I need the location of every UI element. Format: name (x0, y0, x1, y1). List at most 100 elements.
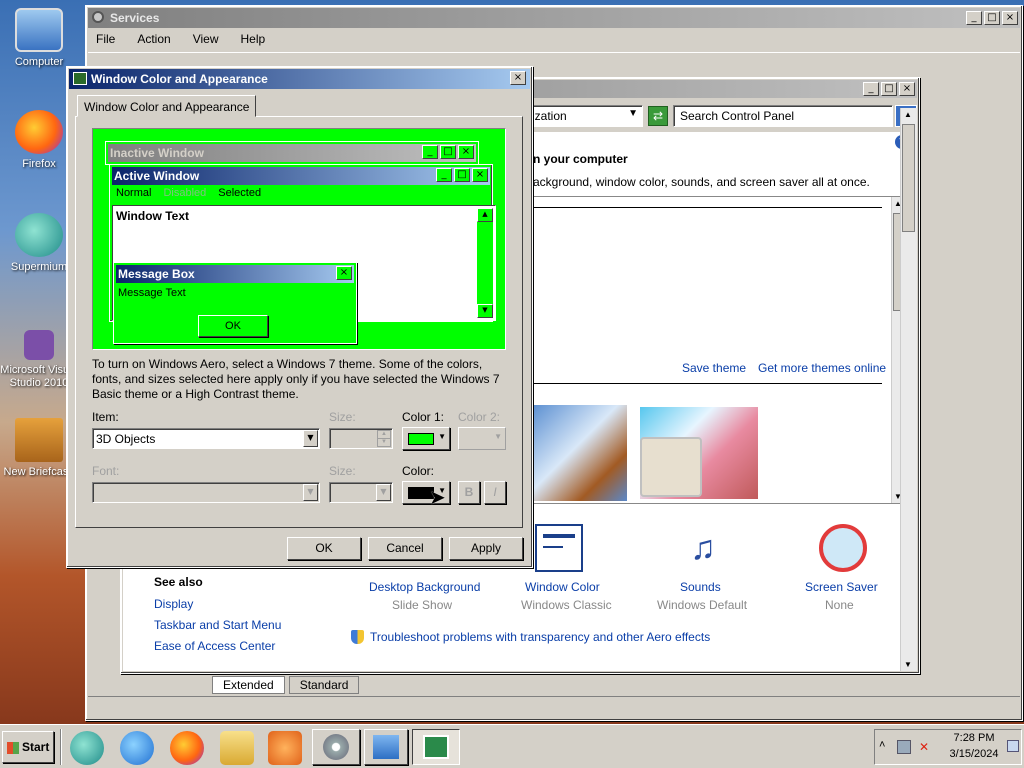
supermium-taskbar-icon[interactable] (70, 731, 104, 765)
start-button[interactable]: Start (2, 731, 54, 763)
network-icon[interactable] (897, 740, 911, 754)
services-menubar: File Action View Help (96, 32, 265, 46)
color1-picker[interactable]: ▼ (402, 427, 450, 450)
refresh-icon[interactable]: ⇄ (648, 106, 668, 126)
font-select: ▼ (92, 482, 320, 503)
window-color-icon[interactable] (535, 524, 583, 572)
font-size-label: Size: (329, 464, 356, 478)
theme-list[interactable]: Save theme Get more themes online ▲ ▼ (531, 196, 909, 504)
item-select[interactable]: 3D Objects ▼ (92, 428, 320, 449)
tab-window-color[interactable]: Window Color and Appearance (77, 95, 257, 117)
preview-msgbox-text: Message Text (118, 287, 186, 299)
menu-action[interactable]: Action (137, 32, 170, 46)
aero-info-text: To turn on Windows Aero, select a Window… (92, 357, 500, 401)
internet-explorer-icon[interactable] (120, 731, 154, 765)
close-icon: × (472, 168, 488, 182)
setting-screen-saver[interactable]: Screen Saver (805, 580, 878, 594)
window-color-taskbar-button[interactable] (412, 729, 460, 765)
see-also-heading: See also (154, 575, 203, 589)
services-view-tabs: Extended Standard (212, 676, 360, 694)
chevron-down-icon[interactable]: ▼ (628, 108, 638, 119)
volume-muted-icon[interactable]: ✕ (919, 740, 933, 754)
control-panel-taskbar-button[interactable] (364, 729, 408, 765)
personalization-scrollbar[interactable]: ▲ ▼ (900, 108, 917, 671)
setting-sounds[interactable]: Sounds (680, 580, 721, 594)
appearance-preview[interactable]: Inactive Window _ □ × Active Window _ □ … (92, 128, 506, 350)
size-stepper: ▲ ▼ (329, 428, 393, 449)
setting-window-color-value: Windows Classic (521, 598, 612, 612)
clock-date[interactable]: 3/15/2024 (945, 748, 1003, 760)
maximize-button[interactable]: □ (881, 82, 897, 96)
appearance-dialog[interactable]: Window Color and Appearance × Window Col… (66, 66, 533, 568)
menu-help[interactable]: Help (241, 32, 266, 46)
troubleshoot-link[interactable]: Troubleshoot problems with transparency … (370, 630, 710, 644)
chevron-up-icon[interactable]: ˄ (879, 739, 885, 751)
font-label: Font: (92, 464, 120, 478)
control-panel-icon (373, 735, 399, 759)
services-taskbar-button[interactable] (312, 729, 360, 765)
scroll-up-icon[interactable]: ▲ (904, 110, 912, 119)
setting-desktop-background[interactable]: Desktop Background (369, 580, 480, 594)
firefox-taskbar-icon[interactable] (170, 731, 204, 765)
scroll-down-icon: ▼ (477, 304, 493, 318)
theme-selection-frame (640, 437, 702, 497)
theme-thumbnail-landscapes[interactable] (532, 405, 627, 501)
save-theme-link[interactable]: Save theme (682, 361, 746, 375)
close-button[interactable]: × (899, 82, 915, 96)
minimize-button[interactable]: _ (966, 11, 982, 25)
briefcase-icon (15, 418, 63, 462)
italic-button: I (484, 481, 506, 504)
preview-msgbox-ok: OK (198, 315, 268, 337)
services-title: Services (110, 11, 160, 25)
page-subheading: ackground, window color, sounds, and scr… (533, 175, 870, 189)
window-color-icon (73, 72, 87, 85)
ok-button[interactable]: OK (287, 537, 361, 560)
preview-menu-disabled: Disabled (163, 187, 207, 199)
size-label: Size: (329, 410, 356, 424)
color1-label: Color 1: (402, 410, 445, 424)
desktop-icon-computer[interactable]: Computer (0, 8, 78, 68)
see-also-ease-of-access-link[interactable]: Ease of Access Center (154, 639, 275, 653)
visual-studio-icon (24, 330, 54, 360)
maximize-icon: □ (440, 145, 456, 159)
see-also-taskbar-link[interactable]: Taskbar and Start Menu (154, 618, 281, 632)
preview-message-box[interactable]: Message Box × Message Text OK (113, 262, 357, 344)
maximize-button[interactable]: □ (984, 11, 1000, 25)
close-icon: × (336, 266, 352, 280)
scrollbar-thumb[interactable] (902, 124, 915, 232)
close-button[interactable]: × (510, 71, 526, 85)
show-desktop-icon[interactable] (1007, 740, 1019, 752)
tab-extended[interactable]: Extended (212, 676, 285, 694)
gear-icon (323, 734, 349, 760)
services-icon (92, 11, 104, 23)
tab-standard[interactable]: Standard (288, 676, 360, 694)
scroll-down-icon[interactable]: ▼ (904, 660, 912, 669)
preview-scrollbar: ▲ ▼ (477, 208, 493, 318)
supermium-icon (15, 213, 63, 257)
screen-saver-icon[interactable] (819, 524, 867, 572)
sounds-icon[interactable]: ♫ (678, 524, 728, 572)
setting-window-color[interactable]: Window Color (525, 580, 600, 594)
clock-time[interactable]: 7:28 PM (945, 732, 1003, 744)
close-button[interactable]: × (1002, 11, 1018, 25)
search-input[interactable]: Search Control Panel (673, 105, 893, 127)
address-bar[interactable]: ization ▼ (527, 105, 643, 127)
menu-file[interactable]: File (96, 32, 115, 46)
minimize-button[interactable]: _ (863, 82, 879, 96)
minimize-icon: _ (422, 145, 438, 159)
folder-icon[interactable] (220, 731, 254, 765)
menu-view[interactable]: View (193, 32, 219, 46)
apply-button[interactable]: Apply (449, 537, 523, 560)
chevron-down-icon: ▼ (303, 484, 318, 501)
see-also-display-link[interactable]: Display (154, 597, 193, 611)
shield-icon (351, 630, 364, 644)
cancel-button[interactable]: Cancel (368, 537, 442, 560)
media-player-icon[interactable] (268, 731, 302, 765)
dialog-titlebar[interactable]: Window Color and Appearance × (69, 69, 530, 89)
get-more-themes-link[interactable]: Get more themes online (758, 361, 886, 375)
chevron-down-icon[interactable]: ▼ (303, 430, 318, 447)
divider (532, 207, 882, 208)
preview-inactive-window[interactable]: Inactive Window _ □ × (105, 141, 479, 165)
services-titlebar[interactable]: Services _ □ × (88, 8, 1020, 28)
preview-menu-selected: Selected (218, 187, 262, 199)
